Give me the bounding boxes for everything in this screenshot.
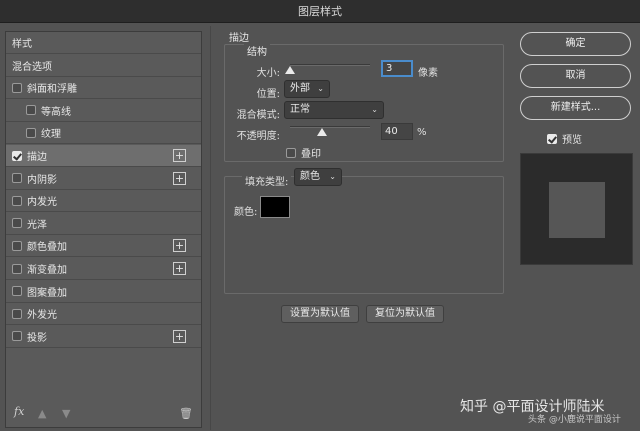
blend-mode-value: 正常 [290,104,310,115]
preview-thumbnail [520,153,633,265]
fill-type-value: 颜色 [300,171,320,182]
sidebar-item-label: 等高线 [41,106,71,118]
opacity-slider-thumb[interactable] [317,128,327,136]
reset-default-button[interactable]: 复位为默认值 [366,305,444,323]
add-effect-icon[interactable]: + [173,239,186,253]
fx-icon[interactable]: fx [14,405,24,418]
sidebar-item[interactable]: 渐变叠加 + [6,258,201,280]
position-select[interactable]: 外部 ⌄ [284,80,330,98]
size-input[interactable]: 3 [381,60,413,77]
sidebar-item[interactable]: 纹理 [6,122,201,145]
sidebar-item-checkbox[interactable] [12,150,22,161]
sidebar-item-checkbox[interactable] [12,195,22,206]
sidebar-item[interactable]: 内阴影 + [6,168,201,190]
overprint-option[interactable]: 叠印 [286,145,321,160]
sidebar-item[interactable]: 混合选项 [6,55,201,77]
sidebar-item-checkbox[interactable] [12,218,22,229]
blend-mode-label: 混合模式: [236,110,280,121]
preview-checkbox[interactable] [547,133,557,144]
overprint-label: 叠印 [301,149,321,160]
move-up-icon[interactable]: ▲ [38,407,46,420]
add-effect-icon[interactable]: + [173,262,186,275]
opacity-label: 不透明度: [236,131,280,142]
sidebar-item-label: 图案叠加 [27,287,67,299]
sidebar-item-checkbox[interactable] [26,127,36,138]
fill-group [224,176,504,294]
sidebar-item-label: 样式 [12,39,32,50]
new-style-button[interactable]: 新建样式... [520,96,631,120]
sidebar-item[interactable]: 颜色叠加 + [6,235,201,258]
color-label: 颜色: [234,207,258,218]
sidebar-item[interactable]: 描边 + [6,145,201,167]
styles-sidebar: 样式混合选项斜面和浮雕等高线纹理描边 + 内阴影 + 内发光光泽颜色叠加 + 渐变叠加 + 图案… [5,31,202,428]
window-title: 图层样式 [0,0,640,23]
opacity-unit: % [417,127,427,138]
preview-option[interactable]: 预览 [547,131,582,146]
add-effect-icon[interactable]: + [173,171,186,185]
sidebar-footer: fx ▲ ▼ 🗑 [6,401,201,427]
cancel-button[interactable]: 取消 [520,64,631,88]
panel-divider [210,26,211,430]
preview-swatch [549,182,605,238]
structure-title: 结构 [244,43,270,58]
opacity-input[interactable]: 40 [381,123,413,140]
sidebar-item-checkbox[interactable] [12,331,22,342]
size-label: 大小: [256,68,280,79]
sidebar-item-label: 混合选项 [12,61,52,73]
sidebar-item-label: 纹理 [41,129,61,141]
sidebar-item-checkbox[interactable] [12,308,22,319]
ok-button[interactable]: 确定 [520,32,631,56]
move-down-icon[interactable]: ▼ [62,407,70,420]
trash-icon[interactable]: 🗑 [179,407,193,420]
sidebar-item-label: 颜色叠加 [27,242,67,254]
add-effect-icon[interactable]: + [173,329,186,343]
fill-type-select[interactable]: 颜色 ⌄ [294,168,342,186]
chevron-down-icon: ⌄ [371,105,378,114]
sidebar-item[interactable]: 外发光 [6,303,201,326]
sidebar-item[interactable]: 等高线 [6,100,201,122]
sidebar-item[interactable]: 样式 [6,32,201,54]
sidebar-item-label: 外发光 [27,310,57,322]
chevron-down-icon: ⌄ [317,84,324,93]
sidebar-item-label: 描边 [27,152,47,163]
sidebar-item[interactable]: 光泽 [6,213,201,235]
sidebar-item-checkbox[interactable] [12,286,22,297]
set-default-button[interactable]: 设置为默认值 [281,305,359,323]
sidebar-item[interactable]: 投影 + [6,326,201,348]
position-label: 位置: [256,89,280,100]
overprint-checkbox[interactable] [286,147,296,158]
blend-mode-select[interactable]: 正常 ⌄ [284,101,384,119]
watermark-text-2: 头条 @小鹿说平面设计 [528,415,621,425]
sidebar-item-label: 内阴影 [27,174,57,186]
size-slider[interactable] [290,64,370,66]
sidebar-item-checkbox[interactable] [12,263,22,274]
add-effect-icon[interactable]: + [173,149,186,162]
sidebar-item-label: 斜面和浮雕 [27,84,77,96]
chevron-down-icon: ⌄ [329,172,336,181]
fill-type-label: 填充类型: [242,173,292,188]
sidebar-item[interactable]: 图案叠加 [6,281,201,303]
sidebar-item[interactable]: 斜面和浮雕 [6,77,201,100]
position-value: 外部 [290,83,310,94]
sidebar-item-label: 投影 [27,332,47,344]
stroke-section-title: 描边 [229,33,249,44]
sidebar-item-label: 渐变叠加 [27,265,67,276]
sidebar-item-checkbox[interactable] [12,82,22,93]
preview-label: 预览 [562,135,582,146]
size-unit: 像素 [418,68,438,79]
sidebar-item-label: 光泽 [27,219,47,231]
sidebar-item-checkbox[interactable] [12,240,22,251]
color-swatch[interactable] [260,196,290,218]
sidebar-item-checkbox[interactable] [26,105,36,116]
sidebar-item[interactable]: 内发光 [6,190,201,213]
sidebar-item-checkbox[interactable] [12,173,22,184]
size-slider-thumb[interactable] [285,66,295,74]
opacity-slider[interactable] [290,126,370,128]
sidebar-item-label: 内发光 [27,197,57,209]
